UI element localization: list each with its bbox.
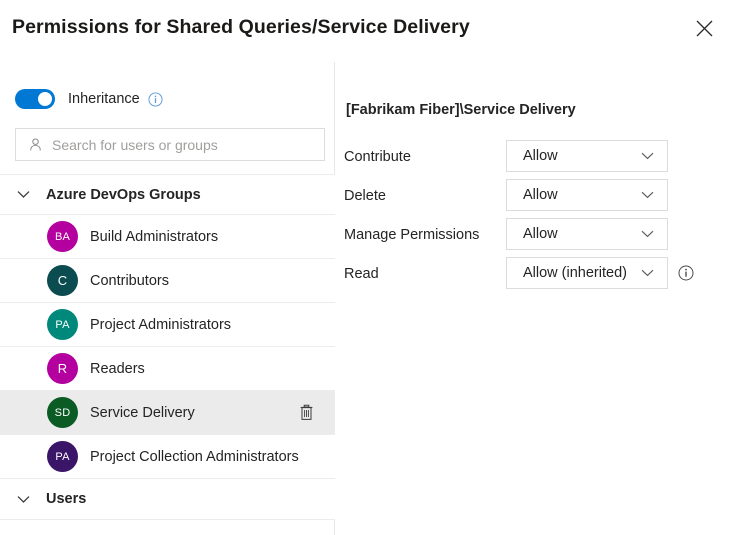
avatar: PA [47, 441, 78, 472]
list-item-label: Readers [90, 361, 145, 377]
trash-icon[interactable] [295, 402, 317, 424]
permission-dropdown[interactable]: Allow (inherited) [506, 257, 668, 289]
search-box[interactable] [15, 128, 325, 161]
permission-value: Allow [523, 226, 641, 242]
list-item[interactable]: R Readers [0, 347, 335, 391]
toggle-knob [38, 92, 52, 106]
avatar: BA [47, 221, 78, 252]
permission-dropdown[interactable]: Allow [506, 218, 668, 250]
list-item-label: Build Administrators [90, 229, 218, 245]
permission-row-manage-permissions: Manage Permissions Allow [336, 218, 730, 257]
list-item-selected[interactable]: SD Service Delivery [0, 391, 335, 435]
section-header-azure-devops-groups[interactable]: Azure DevOps Groups [0, 174, 335, 215]
selected-identity-title: [Fabrikam Fiber]\Service Delivery [346, 102, 576, 118]
permission-row-contribute: Contribute Allow [336, 140, 730, 179]
permissions-pane: [Fabrikam Fiber]\Service Delivery Contri… [336, 62, 730, 535]
permission-value: Allow [523, 187, 641, 203]
list-item-label: Contributors [90, 273, 169, 289]
chevron-down-icon [0, 495, 46, 504]
identity-list: Azure DevOps Groups BA Build Administrat… [0, 174, 335, 520]
avatar: PA [47, 309, 78, 340]
list-item-label: Project Collection Administrators [90, 449, 299, 465]
permission-dropdown[interactable]: Allow [506, 179, 668, 211]
avatar: C [47, 265, 78, 296]
inheritance-info-icon[interactable] [148, 92, 163, 107]
permission-label: Manage Permissions [344, 227, 479, 243]
identity-list-pane: Inheritance [0, 62, 335, 535]
permissions-list: Contribute Allow Delete Allow [336, 140, 730, 296]
list-item-label: Project Administrators [90, 317, 231, 333]
dialog-body: Inheritance [0, 62, 730, 535]
person-search-icon [28, 137, 43, 152]
list-item[interactable]: BA Build Administrators [0, 215, 335, 259]
permission-label: Contribute [344, 149, 411, 165]
chevron-down-icon [641, 152, 654, 160]
dialog-header: Permissions for Shared Queries/Service D… [0, 0, 730, 62]
list-item-label: Service Delivery [90, 405, 195, 421]
list-item[interactable]: C Contributors [0, 259, 335, 303]
inheritance-toggle[interactable] [15, 89, 55, 109]
inherited-info-icon[interactable] [678, 265, 694, 281]
permission-value: Allow (inherited) [523, 265, 641, 281]
inheritance-label: Inheritance [68, 91, 140, 107]
section-title: Azure DevOps Groups [46, 187, 201, 203]
chevron-down-icon [641, 191, 654, 199]
permission-row-read: Read Allow (inherited) [336, 257, 730, 296]
close-icon [696, 20, 713, 40]
list-item[interactable]: PA Project Collection Administrators [0, 435, 335, 479]
chevron-down-icon [641, 230, 654, 238]
permission-value: Allow [523, 148, 641, 164]
search-input[interactable] [52, 137, 302, 153]
inheritance-row: Inheritance [15, 88, 163, 110]
permission-label: Read [344, 266, 379, 282]
section-header-users[interactable]: Users [0, 479, 335, 520]
permission-dropdown[interactable]: Allow [506, 140, 668, 172]
list-item[interactable]: PA Project Administrators [0, 303, 335, 347]
chevron-down-icon [641, 269, 654, 277]
avatar: SD [47, 397, 78, 428]
permission-label: Delete [344, 188, 386, 204]
permission-row-delete: Delete Allow [336, 179, 730, 218]
page-title: Permissions for Shared Queries/Service D… [12, 16, 470, 39]
chevron-down-icon [0, 190, 46, 199]
section-title: Users [46, 491, 86, 507]
close-button[interactable] [686, 12, 722, 48]
avatar: R [47, 353, 78, 384]
